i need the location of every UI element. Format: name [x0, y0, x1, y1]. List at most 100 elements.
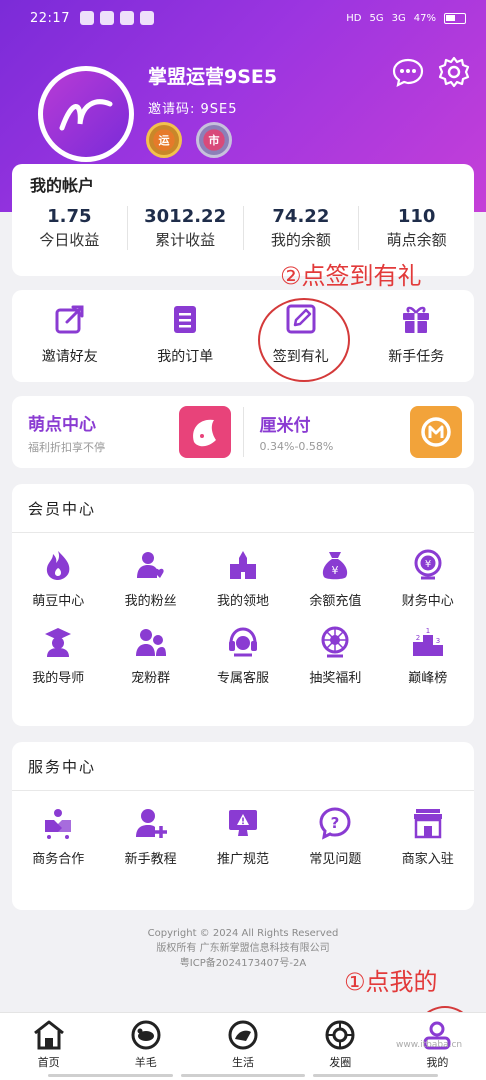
points-center-promo[interactable]: 萌点中心 福利折扣享不停: [12, 406, 243, 458]
grid-label: 新手教程: [124, 852, 177, 867]
top-ranking-button[interactable]: 12 3 巅峰榜: [382, 625, 474, 686]
tab-life[interactable]: 生活: [194, 1013, 291, 1080]
fan-group-button[interactable]: 宠粉群: [104, 625, 196, 686]
promo-title: 萌点中心: [28, 414, 96, 435]
invite-code[interactable]: 邀请码: 9SE5: [148, 98, 238, 117]
promo-title: 厘米付: [259, 416, 311, 436]
grid-label: 商务合作: [32, 852, 85, 867]
customer-service-button[interactable]: 专属客服: [197, 625, 289, 686]
tab-wool[interactable]: 羊毛: [97, 1013, 194, 1080]
member-center-card: 会员中心 萌豆中心 我的粉丝 我的领地 ¥ 余额充值 ¥ 财务中心 我的导师 宠: [12, 484, 474, 726]
grid-label: 余额充值: [309, 594, 362, 609]
annotation-step2: ②点签到有礼: [280, 262, 422, 290]
invite-friends-button[interactable]: 邀请好友: [12, 290, 128, 382]
mentor-icon: [45, 628, 72, 657]
stat-label: 累计收益: [155, 231, 216, 249]
grid-label: 萌豆中心: [32, 594, 85, 609]
grid-label: 抽奖福利: [309, 671, 362, 686]
stat-value: 3012.22: [144, 206, 227, 227]
centimeter-pay-promo[interactable]: 厘米付 0.34%-0.58%: [244, 406, 475, 458]
centimeter-pay-logo-icon: [410, 406, 462, 458]
promo-subtitle: 福利折扣享不停: [28, 440, 105, 454]
grid-label: 财务中心: [401, 594, 454, 609]
grid-label: 宠粉群: [131, 671, 171, 686]
quick-label: 我的订单: [157, 349, 214, 365]
quick-label: 新手任务: [388, 349, 445, 365]
tab-home[interactable]: 首页: [0, 1013, 97, 1080]
grid-label: 巅峰榜: [408, 671, 448, 686]
svg-text:3: 3: [436, 637, 440, 645]
store-icon: [413, 809, 442, 839]
flame-icon: [47, 551, 70, 580]
my-mentor-button[interactable]: 我的导师: [12, 625, 104, 686]
company-line: 版权所有 广东新掌盟信息科技有限公司: [156, 943, 330, 954]
tab-label: 羊毛: [134, 1056, 157, 1069]
my-fans-button[interactable]: 我的粉丝: [104, 548, 196, 609]
my-territory-button[interactable]: 我的领地: [197, 548, 289, 609]
castle-icon: [229, 551, 256, 579]
signal-3g: 3G: [391, 12, 406, 24]
stat-points-balance[interactable]: 110 萌点余额: [359, 206, 474, 250]
faq-button[interactable]: ? 常见问题: [289, 806, 381, 867]
stat-label: 我的余额: [270, 231, 331, 249]
stat-today-earnings[interactable]: 1.75 今日收益: [12, 206, 128, 250]
beans-center-button[interactable]: 萌豆中心: [12, 548, 104, 609]
message-icon[interactable]: [392, 56, 424, 88]
operator-badge: 运: [146, 122, 182, 158]
annotation-step1: ①点我的: [344, 968, 438, 996]
lottery-benefits-button[interactable]: 抽奖福利: [289, 625, 381, 686]
grid-label: 我的领地: [216, 594, 269, 609]
money-bag-icon: ¥: [323, 552, 348, 580]
tab-label: 我的: [426, 1056, 449, 1069]
quick-label: 邀请好友: [41, 349, 98, 365]
business-cooperation-button[interactable]: 商务合作: [12, 806, 104, 867]
promotion-rules-button[interactable]: 推广规范: [197, 806, 289, 867]
section-title-member: 会员中心: [28, 500, 97, 518]
svg-text:¥: ¥: [332, 564, 339, 577]
promo-card: 萌点中心 福利折扣享不停 厘米付 0.34%-0.58%: [12, 396, 474, 468]
order-icon: [174, 306, 197, 333]
site-watermark: www.itbaba.cn: [396, 1040, 463, 1050]
settings-gear-icon[interactable]: [438, 56, 470, 88]
battery-percent: 47%: [413, 12, 436, 24]
battery-icon: [444, 12, 466, 24]
finance-center-button[interactable]: ¥ 财务中心: [382, 548, 474, 609]
status-time: 22:17: [30, 10, 70, 26]
grid-label: 推广规范: [216, 852, 269, 867]
stat-balance[interactable]: 74.22 我的余额: [244, 206, 360, 250]
stat-total-earnings[interactable]: 3012.22 累计收益: [128, 206, 244, 250]
gift-icon: [403, 306, 430, 333]
city-badge: 市: [196, 122, 232, 158]
warning-monitor-icon: [228, 810, 257, 836]
tab-label: 首页: [37, 1056, 60, 1069]
points-center-logo-icon: [178, 406, 231, 458]
balance-recharge-button[interactable]: ¥ 余额充值: [289, 548, 381, 609]
merchant-join-button[interactable]: 商家入驻: [382, 806, 474, 867]
life-icon: [228, 1020, 258, 1050]
moments-icon: [325, 1020, 355, 1050]
stat-value: 110: [397, 206, 436, 227]
section-title-service: 服务中心: [28, 758, 97, 776]
share-icon: [55, 305, 84, 334]
newbie-tutorial-button[interactable]: 新手教程: [104, 806, 196, 867]
question-icon: ?: [319, 807, 351, 840]
signal-5g: 5G: [369, 12, 384, 24]
stat-value: 74.22: [272, 206, 330, 227]
handshake-icon: [45, 809, 72, 839]
customer-service-icon: [228, 627, 257, 657]
lottery-icon: [321, 626, 349, 658]
status-right: HD 5G 3G 47%: [346, 12, 466, 24]
tab-label: 生活: [232, 1056, 254, 1069]
my-orders-button[interactable]: 我的订单: [128, 290, 244, 382]
avatar[interactable]: [38, 66, 134, 162]
newbie-tasks-button[interactable]: 新手任务: [359, 290, 475, 382]
sheep-icon: [131, 1020, 161, 1050]
group-icon: [135, 629, 166, 656]
grid-label: 我的粉丝: [124, 594, 177, 609]
grid-label: 我的导师: [32, 671, 85, 686]
username: 掌盟运营9SE5: [148, 66, 278, 88]
tab-moments[interactable]: 发圈: [292, 1013, 389, 1080]
svg-text:?: ?: [331, 814, 340, 832]
add-user-icon: [135, 809, 167, 838]
copyright-line: Copyright © 2024 All Rights Reserved: [147, 928, 339, 939]
